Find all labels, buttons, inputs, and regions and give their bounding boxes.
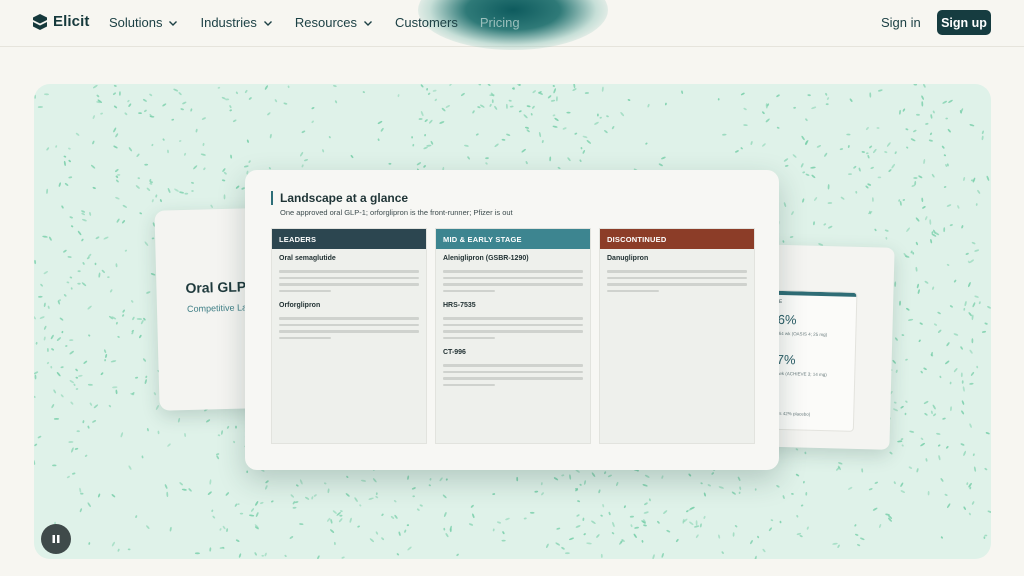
nav-link-industries[interactable]: Industries — [200, 15, 272, 30]
placeholder-line — [443, 317, 583, 320]
list-item: Orforglipron — [279, 302, 419, 339]
placeholder-line — [607, 283, 747, 286]
column-discontinued: DISCONTINUED Danuglipron — [599, 228, 755, 444]
sign-up-button[interactable]: Sign up — [937, 10, 991, 35]
nav-link-pricing[interactable]: Pricing — [480, 15, 520, 30]
drug-name: HRS-7535 — [443, 302, 476, 309]
placeholder-line — [443, 323, 583, 326]
placeholder-line — [279, 270, 419, 273]
placeholder-line — [443, 336, 495, 339]
column-header: MID & EARLY STAGE — [436, 229, 590, 249]
placeholder-line — [443, 289, 495, 292]
logo-icon — [33, 13, 47, 30]
list-item: Aleniglipron (GSBR-1290) — [443, 255, 583, 292]
column-body: Oral semaglutide Orforglipron — [272, 255, 426, 339]
drug-name: Oral semaglutide — [279, 255, 336, 262]
chevron-down-icon — [169, 20, 178, 26]
card-title: Oral GLP- — [185, 278, 251, 296]
nav-links: Solutions Industries Resources Customers… — [109, 15, 542, 30]
landscape-card: Landscape at a glance One approved oral … — [245, 170, 779, 470]
drug-name: Danuglipron — [607, 255, 649, 262]
list-item: HRS-7535 — [443, 302, 583, 339]
drug-name: Aleniglipron (GSBR-1290) — [443, 255, 529, 262]
list-item: Oral semaglutide — [279, 255, 419, 292]
placeholder-line — [607, 289, 659, 292]
placeholder-line — [279, 336, 331, 339]
nav-link-label: Pricing — [479, 15, 520, 30]
nav-link-solutions[interactable]: Solutions — [109, 15, 178, 30]
placeholder-line — [443, 330, 583, 333]
top-nav: Elicit Solutions Industries Resources Cu… — [0, 0, 1024, 50]
pause-button[interactable] — [41, 524, 71, 554]
placeholder-line — [279, 276, 419, 279]
pause-icon — [52, 535, 60, 543]
placeholder-line — [443, 370, 583, 373]
column-header: DISCONTINUED — [600, 229, 754, 249]
placeholder-line — [279, 317, 419, 320]
chevron-down-icon — [364, 20, 372, 26]
column-leaders: LEADERS Oral semaglutide Orforglipron — [271, 228, 427, 444]
placeholder-line — [443, 283, 583, 286]
placeholder-line — [607, 270, 747, 273]
chevron-down-icon — [263, 20, 272, 26]
placeholder-line — [279, 283, 419, 286]
nav-link-customers[interactable]: Customers — [395, 15, 458, 30]
column-body: Aleniglipron (GSBR-1290) HRS-7535 CT-996 — [436, 255, 590, 386]
nav-link-label: Solutions — [109, 15, 163, 30]
nav-link-label: Customers — [395, 15, 458, 30]
logo-text: Elicit — [53, 13, 90, 30]
card-subtitle: Competitive La — [186, 302, 248, 314]
list-item: CT-996 — [443, 349, 583, 386]
placeholder-line — [607, 276, 747, 279]
title-accent-bar — [271, 191, 273, 205]
placeholder-line — [279, 330, 419, 333]
nav-link-label: Industries — [200, 15, 257, 30]
placeholder-line — [443, 270, 583, 273]
landscape-title: Landscape at a glance — [280, 191, 409, 205]
list-item: Danuglipron — [607, 255, 747, 292]
placeholder-line — [279, 289, 331, 292]
column-header: LEADERS — [272, 229, 426, 249]
landscape-subtitle: One approved oral GLP-1; orforglipron is… — [280, 208, 513, 217]
nav-link-label: Resources — [294, 15, 357, 30]
placeholder-line — [443, 364, 583, 367]
nav-link-resources[interactable]: Resources — [295, 15, 373, 30]
hero-panel: Oral GLP- Competitive La GLANCE 13.6% we… — [34, 84, 991, 559]
column-body: Danuglipron — [600, 255, 754, 292]
placeholder-line — [443, 276, 583, 279]
placeholder-line — [443, 377, 583, 380]
drug-name: Orforglipron — [279, 302, 321, 309]
column-mid-early: MID & EARLY STAGE Aleniglipron (GSBR-129… — [435, 228, 591, 444]
sign-in-link[interactable]: Sign in — [881, 15, 921, 30]
placeholder-line — [443, 383, 495, 386]
drug-name: CT-996 — [443, 349, 466, 356]
logo[interactable]: Elicit — [33, 13, 89, 30]
placeholder-line — [279, 323, 419, 326]
